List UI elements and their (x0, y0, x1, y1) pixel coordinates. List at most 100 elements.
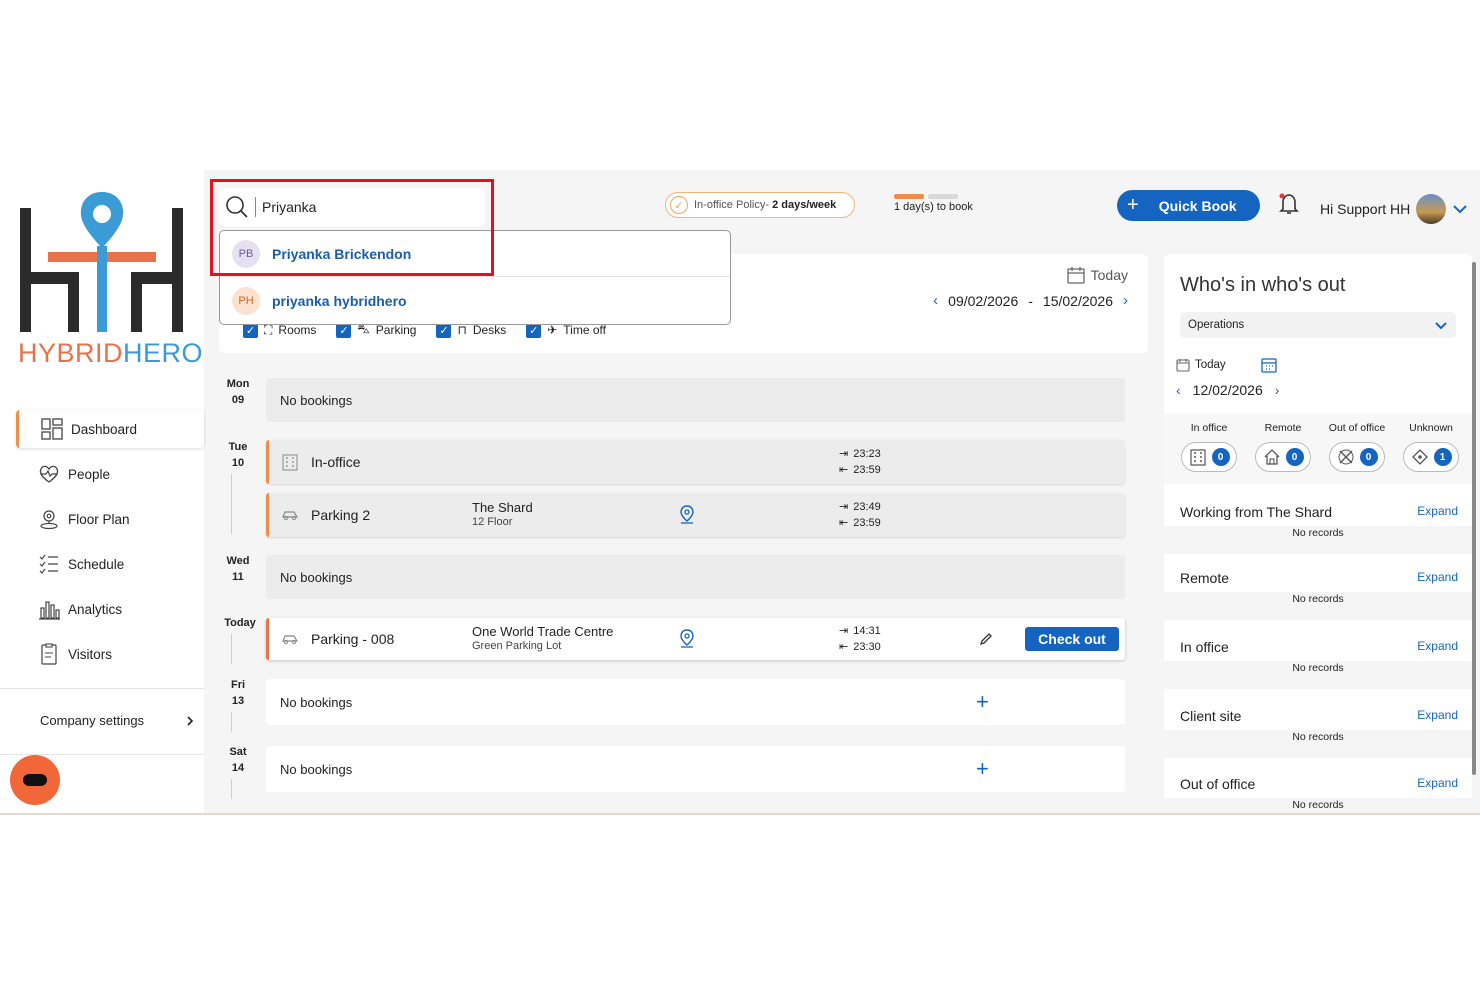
check-in-time: 23:49 (853, 501, 881, 513)
sidebar-item-visitors[interactable]: Visitors (16, 635, 204, 673)
day-label: Today (224, 615, 256, 631)
weekly-schedule: Mon 09 No bookings Tue 10 In-office ⇥ 23:23… (219, 368, 1148, 808)
location-pin-icon[interactable] (679, 629, 695, 649)
day-of-week: Wed (226, 555, 250, 567)
timeline-line (231, 474, 232, 534)
status-pill: 1 (1403, 442, 1459, 472)
status-count: 0 (1285, 448, 1304, 466)
filter-label: Desks (472, 323, 507, 337)
no-records-label: No records (1164, 798, 1472, 813)
sidebar-item-floor-plan[interactable]: Floor Plan (16, 500, 204, 538)
today-button[interactable]: Today (1176, 358, 1226, 372)
day-of-week: Sat (229, 746, 247, 758)
building-icon (279, 453, 301, 471)
sidebar-item-people[interactable]: People (16, 455, 204, 493)
section-title: Client site (1180, 708, 1242, 724)
booking-times: ⇥ 23:49 ⇤ 23:59 (839, 499, 881, 531)
chevron-right-icon[interactable]: › (1123, 292, 1128, 309)
chevron-left-icon[interactable]: ‹ (933, 292, 938, 309)
section-title: Out of office (1180, 776, 1256, 792)
chat-button[interactable] (10, 755, 60, 805)
check-out-button[interactable]: Check out (1025, 627, 1119, 651)
today-button[interactable]: Today (933, 266, 1128, 284)
days-to-book-label: 1 day(s) to book (894, 201, 973, 213)
booking-location: One World Trade Centre Green Parking Lot (472, 624, 613, 654)
section-in-office: In office Expand No records (1164, 639, 1472, 689)
status-unknown[interactable]: Unknown 1 (1396, 422, 1466, 472)
calendar-today-icon (1176, 359, 1190, 372)
sidebar-item-schedule[interactable]: Schedule (16, 545, 204, 583)
quick-book-label: Quick Book (1158, 197, 1237, 214)
quick-book-button[interactable]: + Quick Book (1117, 190, 1260, 221)
check-out-icon: ⇤ (839, 517, 849, 529)
no-records-label: No records (1164, 661, 1472, 689)
brand-wordmark: HYBRIDHERO (18, 338, 204, 368)
status-remote[interactable]: Remote 0 (1248, 422, 1318, 472)
expand-link[interactable]: Expand (1417, 504, 1458, 520)
location-name: The Shard (472, 500, 533, 515)
sidebar-item-dashboard[interactable]: Dashboard (16, 410, 204, 448)
filter-label: Time off (563, 323, 606, 337)
filter-label: Rooms (278, 323, 317, 337)
status-label: In office (1190, 422, 1228, 434)
calendar-icon[interactable] (1261, 357, 1277, 373)
booking-row-today[interactable]: Parking - 008 One World Trade Centre Gree… (266, 618, 1125, 660)
sidebar-item-label: Visitors (68, 646, 113, 662)
expand-link[interactable]: Expand (1417, 570, 1458, 586)
section-remote: Remote Expand No records (1164, 570, 1472, 620)
location-pin-icon[interactable] (679, 505, 695, 525)
booking-location: The Shard 12 Floor (472, 500, 533, 530)
status-count: 0 (1359, 448, 1378, 466)
location-sub: Green Parking Lot (472, 640, 562, 652)
booking-row[interactable]: In-office ⇥ 23:23 ⇤ 23:59 (266, 440, 1125, 484)
status-out-of-office[interactable]: Out of office 0 (1322, 422, 1392, 472)
plus-icon: + (1127, 194, 1139, 216)
search-result-name: priyanka hybridhero (272, 292, 407, 309)
team-select[interactable]: Operations (1180, 312, 1456, 338)
bell-icon[interactable] (1278, 192, 1300, 216)
sidebar: HYBRIDHERO Dashboard People Floor Plan S… (0, 170, 204, 813)
check-out-time: 23:59 (853, 517, 881, 529)
today-label: Today (1195, 359, 1226, 371)
booking-row[interactable]: Parking 2 The Shard 12 Floor ⇥ 23:49 ⇤ 23:5… (266, 493, 1125, 537)
expand-link[interactable]: Expand (1417, 776, 1458, 792)
panel-title: Who's in who's out (1180, 274, 1346, 296)
expand-link[interactable]: Expand (1417, 708, 1458, 724)
add-booking-button[interactable]: + (976, 689, 989, 715)
chevron-left-icon[interactable]: ‹ (1176, 382, 1181, 398)
day-row-empty: No bookings (266, 378, 1125, 422)
section-title: Working from The Shard (1180, 504, 1332, 520)
check-in-icon: ⇥ (839, 501, 849, 513)
day-of-week: Today (224, 617, 256, 629)
user-menu[interactable]: Hi Support HH (1320, 194, 1468, 224)
no-bookings-label: No bookings (280, 392, 353, 408)
booking-progress-bar (894, 194, 973, 199)
add-booking-button[interactable]: + (976, 756, 989, 782)
chat-icon (23, 774, 47, 786)
status-summary: In office 0 Remote 0 Out of office 0 Unk… (1164, 414, 1472, 484)
building-icon (1189, 449, 1206, 466)
status-pill: 0 (1255, 442, 1311, 472)
search-result-item[interactable]: PH priyanka hybridhero (220, 276, 730, 324)
sidebar-item-label: People (68, 466, 111, 482)
expand-link[interactable]: Expand (1417, 639, 1458, 655)
check-out-time: 23:30 (853, 641, 881, 653)
scrollbar[interactable] (1472, 262, 1476, 775)
sidebar-item-label: Floor Plan (68, 511, 130, 527)
selected-date: 12/02/2026 (1192, 382, 1263, 398)
edit-pencil-icon[interactable] (979, 632, 993, 646)
company-settings-link[interactable]: Company settings (40, 713, 195, 728)
divider (0, 688, 204, 689)
chevron-right-icon[interactable]: › (1275, 382, 1280, 398)
sidebar-item-analytics[interactable]: Analytics (16, 590, 204, 628)
no-records-label: No records (1164, 592, 1472, 620)
filter-label: Parking (375, 323, 417, 337)
booking-title: Parking - 008 (311, 631, 395, 647)
visitors-icon (41, 643, 57, 665)
status-count: 0 (1211, 448, 1230, 466)
status-in-office[interactable]: In office 0 (1174, 422, 1244, 472)
week-navigation: Today ‹ 09/02/2026 - 15/02/2026 › (933, 266, 1128, 309)
check-in-time: 23:23 (853, 448, 881, 460)
day-label: Sat 14 (225, 744, 251, 776)
date-navigation: ‹ 12/02/2026 › (1176, 382, 1279, 398)
